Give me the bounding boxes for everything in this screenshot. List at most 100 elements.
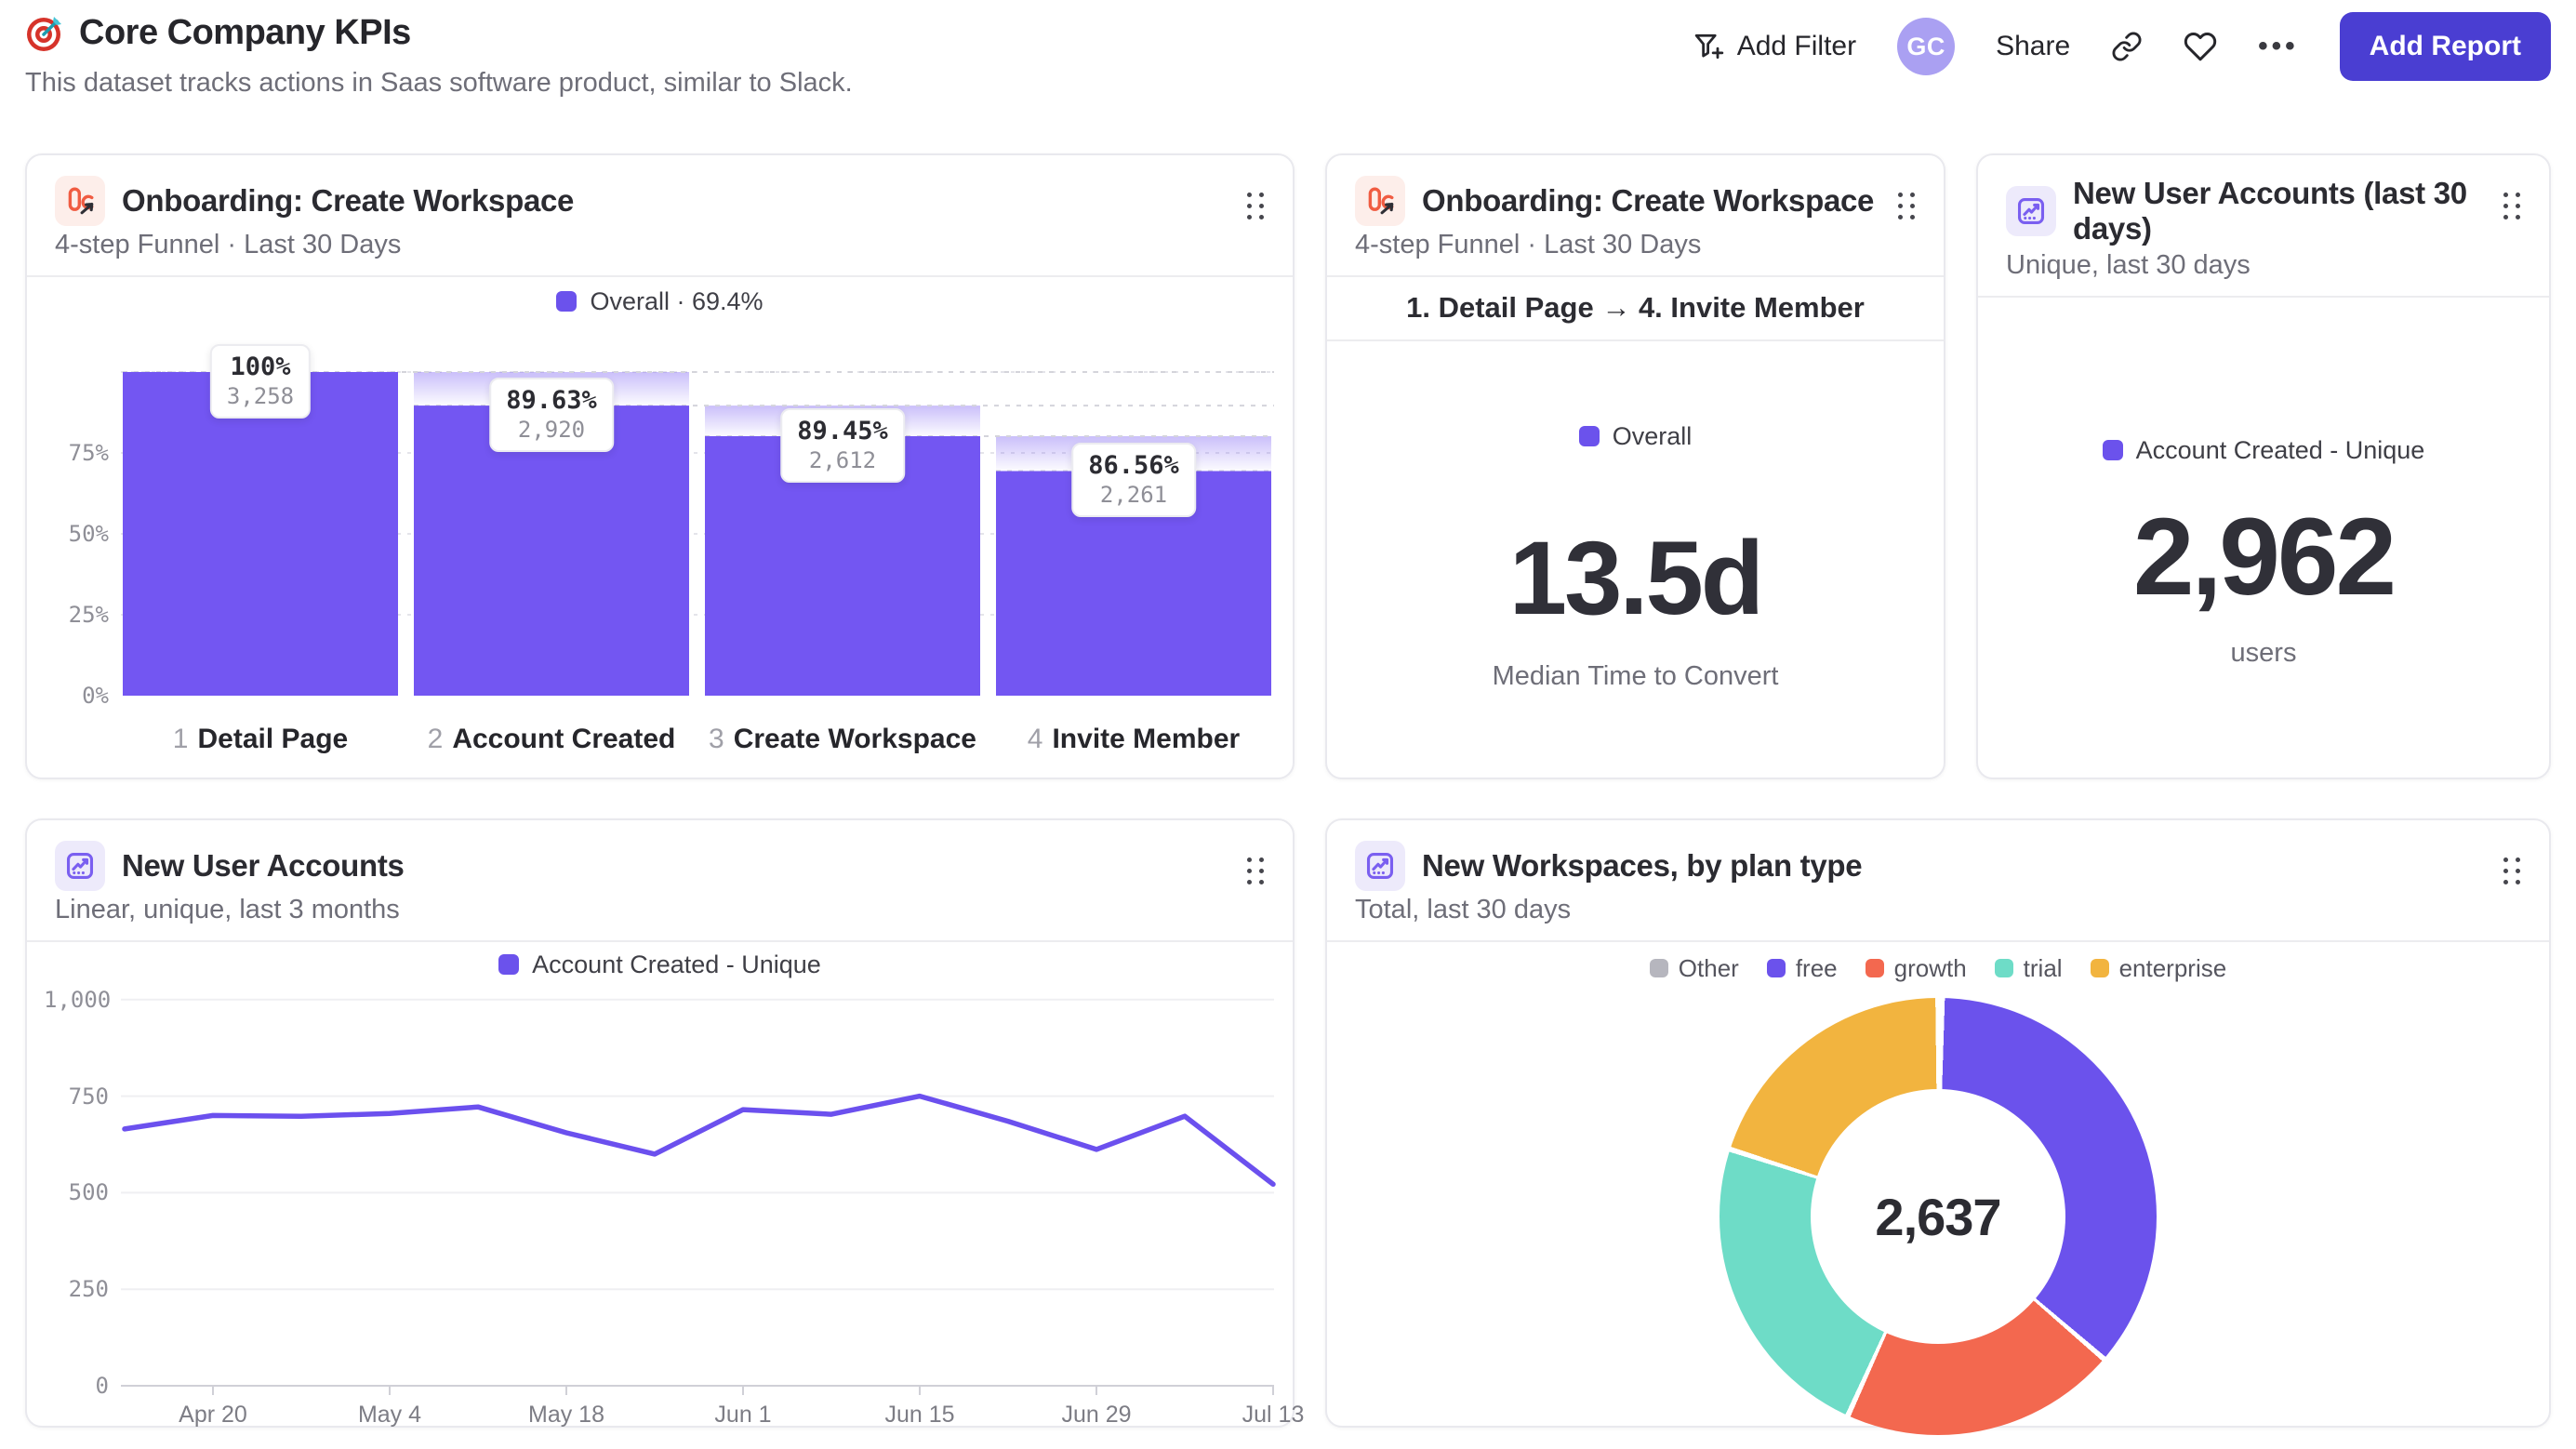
line-chart-area: 1,000 750 500 250 0 Apr 20 May 4 May 18 Jun 1 Jun… <box>27 981 1304 1428</box>
card-subtitle: Unique, last 30 days <box>1978 246 2549 298</box>
card-new-user-accounts-trend: New User Accounts Linear, unique, last 3… <box>25 818 1304 1428</box>
funnel-bar-label[interactable]: 89.63% 2,920 <box>489 378 614 452</box>
legend-label[interactable]: Account Created - Unique <box>2136 436 2425 465</box>
card-title: New Workspaces, by plan type <box>1422 848 1863 883</box>
share-label: Share <box>1996 31 2071 61</box>
favorite-button[interactable] <box>2184 30 2217 63</box>
funnel-y-tick: 25% <box>68 602 109 628</box>
drag-handle-icon[interactable] <box>1247 193 1265 219</box>
legend-label: free <box>1795 953 1838 982</box>
legend-label: enterprise <box>2118 953 2227 982</box>
line-x-tick: May 18 <box>528 1402 604 1428</box>
line-x-tick: Jun 1 <box>714 1402 772 1428</box>
legend-label[interactable]: Account Created - Unique <box>532 950 821 979</box>
funnel-step-count: 2,920 <box>517 417 586 443</box>
donut-hole: 2,637 <box>1811 1089 2065 1344</box>
funnel-y-tick: 50% <box>68 521 109 547</box>
metric-value: 2,962 <box>2132 496 2397 618</box>
card-onboarding-funnel: Onboarding: Create Workspace 4-step Funn… <box>25 153 1295 779</box>
line-y-tick: 750 <box>68 1083 109 1110</box>
line-series[interactable] <box>113 989 1276 1402</box>
funnel-step-percent: 89.63% <box>506 386 597 415</box>
insights-report-icon <box>1355 841 1405 891</box>
funnel-step-percent: 89.45% <box>797 417 888 445</box>
funnel-x-label: 2 Account Created <box>427 724 676 754</box>
funnel-x-label: 4 Invite Member <box>1027 724 1241 754</box>
card-title: Onboarding: Create Workspace <box>1422 183 1875 218</box>
metric-caption: users <box>2230 637 2297 668</box>
metric-caption: Median Time to Convert <box>1492 660 1779 691</box>
legend-label: trial <box>2023 953 2063 982</box>
line-x-tick: Jul 13 <box>1242 1402 1305 1428</box>
funnel-y-tick: 0% <box>82 683 109 709</box>
legend-swatch <box>1649 959 1668 977</box>
card-new-user-accounts-30d: New User Accounts (last 30 days) Unique,… <box>1976 153 2551 779</box>
donut-legend-item[interactable]: Other <box>1649 953 1739 983</box>
donut-legend-item[interactable]: growth <box>1865 954 1967 983</box>
funnel-report-icon <box>1355 176 1405 226</box>
funnel-step-count: 2,612 <box>808 447 877 473</box>
drag-handle-icon[interactable] <box>1898 193 1916 219</box>
card-subtitle: Linear, unique, last 3 months <box>27 891 1293 942</box>
metric-value: 13.5d <box>1508 520 1764 636</box>
add-filter-label: Add Filter <box>1736 31 1857 61</box>
funnel-bar-label[interactable]: 100% 3,258 <box>209 344 312 419</box>
donut-chart[interactable]: 2,637 <box>1720 998 2157 1435</box>
drag-handle-icon[interactable] <box>2503 857 2521 884</box>
legend-swatch <box>1766 959 1786 977</box>
ellipsis-icon: ••• <box>2258 31 2299 61</box>
target-icon <box>27 16 61 51</box>
filter-plus-icon <box>1694 33 1723 60</box>
dashboard-grid: Onboarding: Create Workspace 4-step Funn… <box>25 153 2551 1435</box>
topbar: Core Company KPIs This dataset tracks ac… <box>0 0 2576 140</box>
line-x-tick: May 4 <box>357 1402 422 1428</box>
funnel-y-tick: 75% <box>68 440 109 466</box>
funnel-range-label: 1. Detail Page → 4. Invite Member <box>1327 277 1944 341</box>
line-y-tick: 250 <box>68 1276 109 1302</box>
add-filter-button[interactable]: Add Filter <box>1693 30 1856 63</box>
legend-swatch <box>1865 959 1884 977</box>
line-x-tick: Jun 15 <box>884 1402 955 1428</box>
heart-icon <box>2184 33 2217 61</box>
card-subtitle: 4-step Funnel · Last 30 Days <box>1327 226 1944 277</box>
add-report-button[interactable]: Add Report <box>2339 12 2551 81</box>
link-icon <box>2112 32 2142 61</box>
legend-swatch <box>1578 426 1600 446</box>
card-subtitle: 4-step Funnel · Last 30 Days <box>27 226 1293 277</box>
share-button[interactable]: Share <box>1996 31 2070 62</box>
donut-legend-item[interactable]: enterprise <box>2090 953 2227 983</box>
funnel-x-label: 1 Detail Page <box>172 724 349 754</box>
funnel-report-icon <box>55 176 105 226</box>
page-title: Core Company KPIs <box>79 13 411 52</box>
donut-legend-item[interactable]: trial <box>1994 953 2063 983</box>
legend-swatch <box>1994 959 2013 977</box>
funnel-chart-area: 75% 50% 25% 0% 100% 3,258 1 Detail Page 89.6… <box>27 320 1293 757</box>
card-workspaces-by-plan: New Workspaces, by plan type Total, last… <box>1325 818 2551 1435</box>
card-time-to-convert: Onboarding: Create Workspace 4-step Funn… <box>1325 153 1945 779</box>
funnel-step-count: 2,261 <box>1099 482 1168 508</box>
drag-handle-icon[interactable] <box>2503 193 2521 219</box>
funnel-step-percent: 100% <box>230 352 291 381</box>
donut-legend: Other free growth trial enterprise <box>1327 953 2549 983</box>
card-title: New User Accounts <box>122 848 405 883</box>
line-y-tick: 0 <box>95 1373 109 1399</box>
insights-report-icon <box>55 841 105 891</box>
legend-label[interactable]: Overall · 69.4% <box>590 287 763 316</box>
donut-legend-item[interactable]: free <box>1766 953 1838 983</box>
card-title: Onboarding: Create Workspace <box>122 183 575 218</box>
funnel-step-count: 3,258 <box>226 383 295 409</box>
legend-swatch <box>556 291 578 312</box>
funnel-bar-label[interactable]: 89.45% 2,612 <box>780 408 905 483</box>
card-title: New User Accounts (last 30 days) <box>2073 176 2467 246</box>
legend-label[interactable]: Overall <box>1613 422 1693 451</box>
legend-label: Other <box>1678 953 1739 982</box>
legend-swatch <box>498 954 520 975</box>
copy-link-button[interactable] <box>2111 31 2143 62</box>
more-menu-button[interactable]: ••• <box>2258 31 2299 62</box>
line-y-tick: 1,000 <box>44 987 112 1013</box>
funnel-step-percent: 86.56% <box>1088 451 1179 480</box>
drag-handle-icon[interactable] <box>1247 857 1265 884</box>
avatar[interactable]: GC <box>1897 18 1956 75</box>
funnel-bar-label[interactable]: 86.56% 2,261 <box>1071 443 1196 517</box>
line-y-tick: 500 <box>68 1179 109 1205</box>
